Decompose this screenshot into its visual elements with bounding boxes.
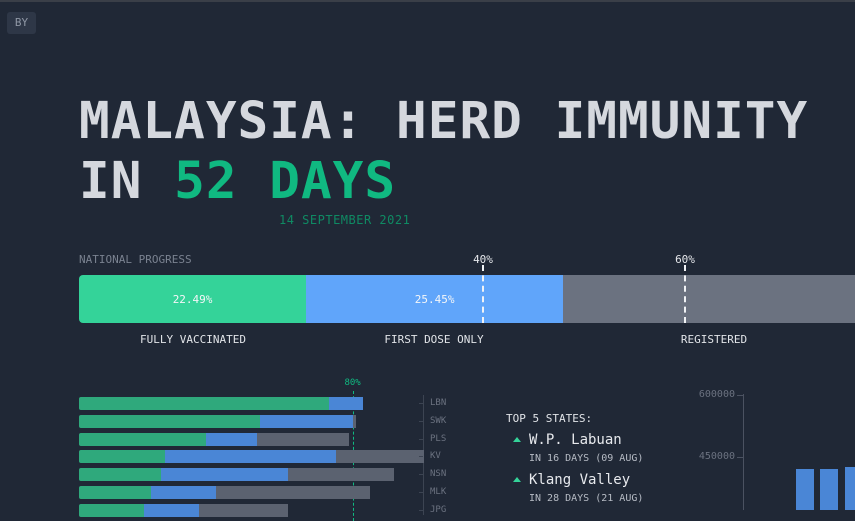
state-axis-tick xyxy=(419,474,423,476)
daily-bar xyxy=(820,468,838,510)
state-code: SWK xyxy=(430,415,447,426)
state-code: MLK xyxy=(430,487,447,497)
segment-label-reg: REGISTERED xyxy=(680,333,748,346)
state-code: PLS xyxy=(430,433,447,444)
state-row-swk xyxy=(79,414,356,428)
national-progress-bar: 22.49%25.45%30.21% xyxy=(79,275,855,323)
state-axis-tick xyxy=(419,456,423,458)
state-bar-reg xyxy=(256,432,350,446)
marker-line-60 xyxy=(684,265,686,323)
national-progress-label: NATIONAL PROGRESS xyxy=(79,253,192,266)
marker-line-40 xyxy=(482,265,484,323)
top5-state-name: W.P. Labuan xyxy=(529,432,622,448)
title-days: 52 DAYS xyxy=(174,152,397,211)
report-date: 14 SEPTEMBER 2021 xyxy=(279,213,411,227)
segment-fully: 22.49% xyxy=(79,275,307,323)
state-axis-tick xyxy=(419,403,423,404)
up-triangle-icon xyxy=(513,437,521,442)
state-row-pls xyxy=(79,432,350,446)
daily-bar xyxy=(796,468,814,510)
state-bar-fully xyxy=(79,450,165,464)
daily-y-tick xyxy=(737,395,743,396)
state-axis-tick xyxy=(419,492,423,493)
state-bar-first xyxy=(328,397,363,410)
state-axis-tick xyxy=(419,438,423,440)
state-bar-first xyxy=(150,486,216,499)
state-bar-fully xyxy=(79,486,151,499)
state-row-lbn xyxy=(79,397,363,410)
state-axis-tick xyxy=(419,420,423,422)
state-code: KV xyxy=(430,451,441,462)
byline-button[interactable]: BY xyxy=(7,12,36,34)
daily-chart-axis xyxy=(743,394,744,510)
state-bar-first xyxy=(205,432,257,446)
state-code: NSN xyxy=(430,469,447,480)
top-border xyxy=(0,0,855,2)
state-row-kv xyxy=(79,450,425,464)
top5-panel: TOP 5 STATES: W.P. Labuan IN 16 DAYS (09 … xyxy=(506,412,643,504)
state-row-mlk xyxy=(79,486,370,499)
state-bar-reg xyxy=(287,468,394,482)
state-bar-fully xyxy=(79,503,144,517)
daily-y-tick-label: 450000 xyxy=(698,451,735,462)
state-bar-first xyxy=(164,450,336,464)
up-triangle-icon xyxy=(513,477,521,482)
state-bar-reg xyxy=(335,450,425,464)
daily-y-tick-label: 600000 xyxy=(698,389,735,400)
page-title: MALAYSIA: HERD IMMUNITY IN 52 DAYS xyxy=(79,92,808,212)
state-bar-fully xyxy=(79,432,206,446)
top5-state-detail: IN 16 DAYS (09 AUG) xyxy=(529,453,644,464)
top5-state-detail: IN 28 DAYS (21 AUG) xyxy=(529,493,644,504)
target-80-label: 80% xyxy=(344,378,361,388)
top5-title: TOP 5 STATES: xyxy=(506,412,593,425)
state-row-nsn xyxy=(79,468,394,482)
title-line-2-prefix: IN xyxy=(79,152,143,211)
state-row-jpg xyxy=(79,503,288,517)
state-code: LBN xyxy=(430,398,447,408)
state-bar-fully xyxy=(79,414,261,428)
daily-bar xyxy=(845,466,855,510)
top5-state-name: Klang Valley xyxy=(529,472,631,488)
state-bar-reg xyxy=(215,486,370,499)
state-bar-reg xyxy=(198,503,288,517)
state-bar-fully xyxy=(79,397,329,410)
state-bar-first xyxy=(143,503,199,517)
segment-label-first: FIRST DOSE ONLY xyxy=(384,333,484,346)
state-bar-first xyxy=(161,468,288,482)
daily-y-tick xyxy=(737,457,743,458)
title-line-1: MALAYSIA: HERD IMMUNITY xyxy=(79,92,809,151)
state-bar-fully xyxy=(79,468,162,482)
state-bar-first xyxy=(260,414,353,428)
segment-first: 25.45% xyxy=(306,275,564,323)
state-bar-reg xyxy=(352,414,356,428)
segment-label-fully: FULLY VACCINATED xyxy=(140,333,246,346)
segment-reg: 30.21% xyxy=(563,275,855,323)
